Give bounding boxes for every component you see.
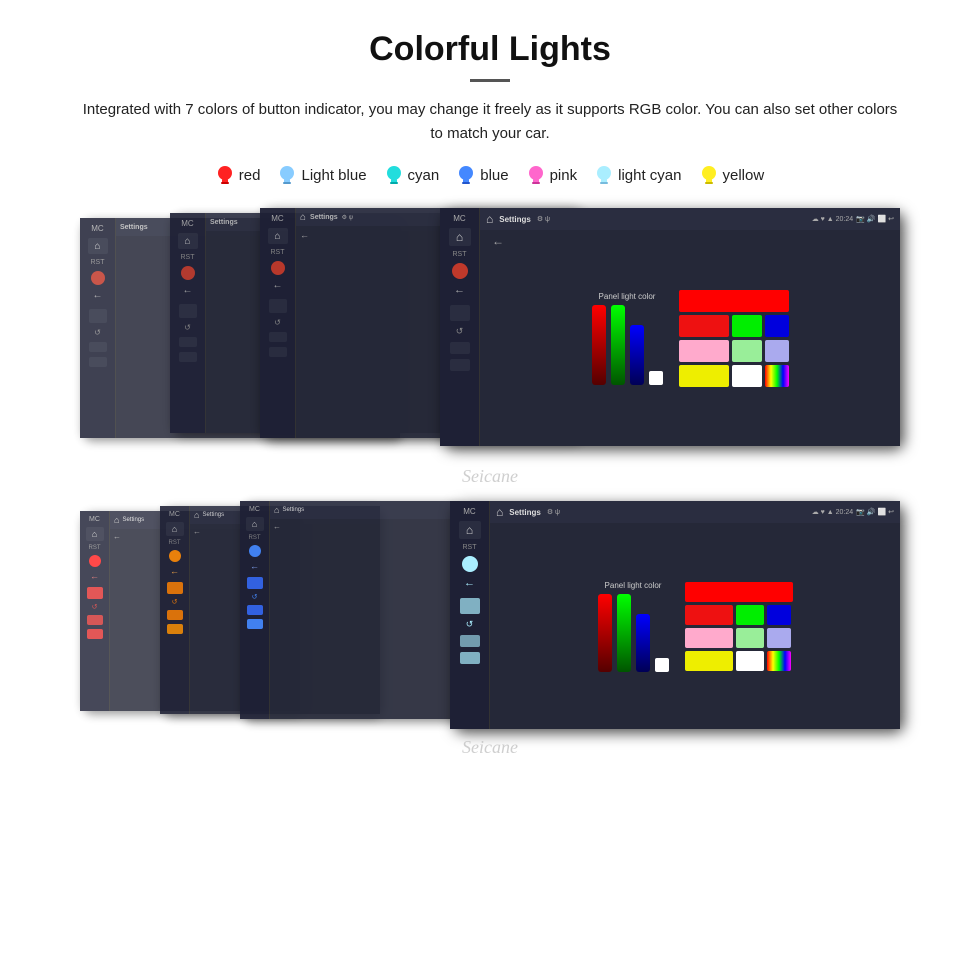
bulb-icon-red [216,164,234,186]
bulb-icon-blue [457,164,475,186]
panel-light-label: Panel light color [599,292,656,301]
color-label-pink: pink [550,167,578,184]
top-devices-group: MC ⌂ RST ← ↺ Settings ⚙ ψ [80,208,900,458]
color-label-cyan: cyan [408,167,440,184]
color-label-red: red [239,167,261,184]
watermark-bottom: Seicane [40,737,940,758]
page-title: Colorful Lights [40,30,940,69]
bulb-icon-pink [527,164,545,186]
color-item-yellow: yellow [700,164,765,186]
color-item-lightcyan: light cyan [595,164,681,186]
device-main-top: MC ⌂ RST ← ↺ ⌂ [440,208,900,446]
color-indicators: red Light blue cyan [40,164,940,186]
color-item-pink: pink [527,164,578,186]
page-description: Integrated with 7 colors of button indic… [80,98,900,146]
bottom-device-3: MC ⌂ RST ← ↺ ⌂ Settings [240,501,460,719]
color-item-blue: blue [457,164,508,186]
color-label-lightblue: Light blue [301,167,366,184]
color-label-yellow: yellow [723,167,765,184]
color-label-lightcyan: light cyan [618,167,681,184]
color-item-cyan: cyan [385,164,440,186]
bulb-icon-lightcyan [595,164,613,186]
bottom-device-main: MC ⌂ RST ← ↺ ⌂ [450,501,900,729]
bulb-icon-cyan [385,164,403,186]
watermark-top: Seicane [40,466,940,487]
color-item-red: red [216,164,261,186]
bulb-icon-yellow [700,164,718,186]
color-item-lightblue: Light blue [278,164,366,186]
color-label-blue: blue [480,167,508,184]
title-divider [470,79,510,82]
bottom-devices-group: MC ⌂ RST ← ↺ ⌂ Setting [80,501,900,731]
bulb-icon-lightblue [278,164,296,186]
